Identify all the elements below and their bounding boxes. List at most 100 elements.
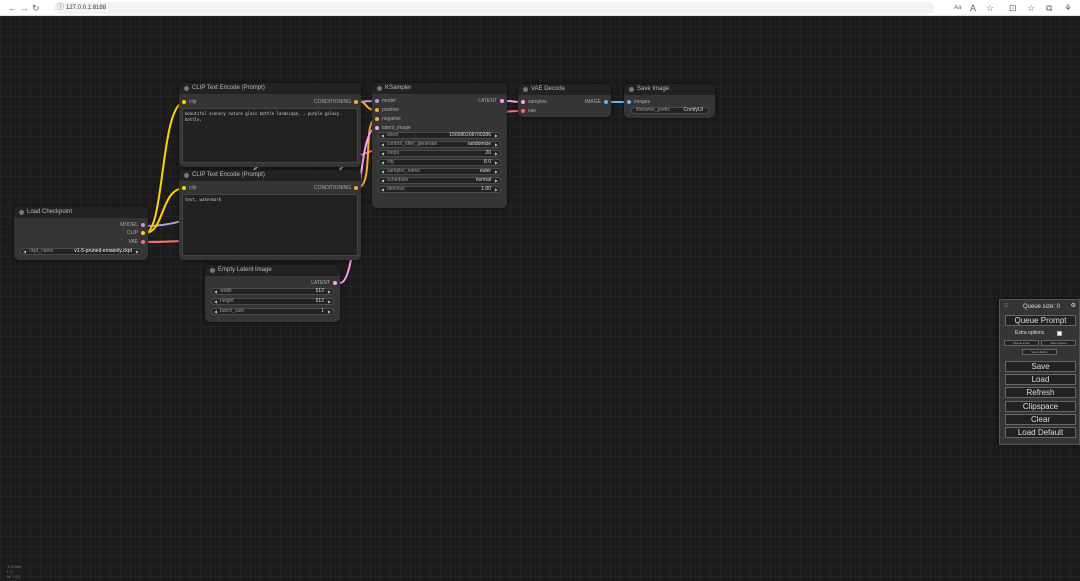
slot-dot[interactable] <box>604 100 608 104</box>
node-title-bar[interactable]: VAE Decode <box>518 84 611 95</box>
empty-latent-image-node[interactable]: Empty Latent Image LATENT ◀ width 512 ▶ … <box>205 265 340 322</box>
widget-steps[interactable]: ◀ steps 20 ▶ <box>378 150 501 157</box>
output-vae[interactable]: VAE <box>128 238 146 246</box>
clip-text-encode-negative-node[interactable]: CLIP Text Encode (Prompt) clip CONDITION… <box>179 170 361 260</box>
input-samples[interactable]: samples <box>520 98 547 106</box>
slot-dot[interactable] <box>354 186 358 190</box>
slot-dot[interactable] <box>141 231 145 235</box>
ksampler-node[interactable]: KSampler model positive negative latent_… <box>372 83 507 208</box>
decrement-arrow-icon[interactable]: ◀ <box>381 187 384 192</box>
slot-dot[interactable] <box>375 126 379 130</box>
slot-dot[interactable] <box>182 186 186 190</box>
widget-width[interactable]: ◀ width 512 ▶ <box>211 288 334 295</box>
node-title-bar[interactable]: Empty Latent Image <box>205 265 340 276</box>
collapse-dot[interactable] <box>210 268 215 273</box>
reload-icon[interactable]: ↻ <box>32 2 40 14</box>
view-history-button[interactable]: View History <box>1022 349 1057 355</box>
input-clip[interactable]: clip <box>181 184 197 192</box>
extensions-icon[interactable]: ⚘ <box>1064 2 1072 14</box>
prompt-text-input[interactable]: beautiful scenery nature glass bottle la… <box>182 108 358 163</box>
info-icon[interactable]: ⓘ <box>57 2 64 13</box>
slot-dot[interactable] <box>354 100 358 104</box>
increment-arrow-icon[interactable]: ▶ <box>495 133 498 138</box>
split-screen-icon[interactable]: ⊡ <box>1009 2 1017 14</box>
prompt-text-input[interactable]: text, watermark <box>182 194 358 256</box>
widget-sampler-name[interactable]: ◀ sampler_name euler ▶ <box>378 168 501 175</box>
input-latent-image[interactable]: latent_image <box>374 124 411 132</box>
slot-dot[interactable] <box>141 240 145 244</box>
output-image[interactable]: IMAGE <box>585 98 609 106</box>
input-vae[interactable]: vae <box>520 107 536 115</box>
favorites-bar-icon[interactable]: ☆ <box>1027 2 1035 14</box>
load-default-button[interactable]: Load Default <box>1005 427 1076 438</box>
decrement-arrow-icon[interactable]: ◀ <box>381 151 384 156</box>
increment-arrow-icon[interactable]: ▶ <box>495 160 498 165</box>
widget-height[interactable]: ◀ height 512 ▶ <box>211 298 334 305</box>
collapse-dot[interactable] <box>523 87 528 92</box>
decrement-arrow-icon[interactable]: ◀ <box>214 299 217 304</box>
node-title-bar[interactable]: KSampler <box>372 83 507 94</box>
slot-dot[interactable] <box>333 281 337 285</box>
increment-arrow-icon[interactable]: ▶ <box>328 299 331 304</box>
node-title-bar[interactable]: Load Checkpoint <box>14 207 148 218</box>
node-title-bar[interactable]: CLIP Text Encode (Prompt) <box>179 170 361 181</box>
decrement-arrow-icon[interactable]: ◀ <box>381 169 384 174</box>
view-queue-button[interactable]: View Queue <box>1041 340 1076 346</box>
save-button[interactable]: Save <box>1005 361 1076 372</box>
output-conditioning[interactable]: CONDITIONING <box>314 184 359 192</box>
collapse-dot[interactable] <box>377 86 382 91</box>
increment-arrow-icon[interactable]: ▶ <box>495 169 498 174</box>
input-positive[interactable]: positive <box>374 106 399 114</box>
slot-dot[interactable] <box>375 108 379 112</box>
slot-dot[interactable] <box>521 109 525 113</box>
slot-dot[interactable] <box>375 99 379 103</box>
collapse-dot[interactable] <box>184 86 189 91</box>
graph-canvas[interactable]: CLIP Text Encode (Prompt) clip CONDITION… <box>0 16 1080 581</box>
settings-gear-icon[interactable]: ⚙ <box>1071 303 1076 310</box>
increment-arrow-icon[interactable]: ▶ <box>495 187 498 192</box>
input-images[interactable]: images <box>626 98 650 106</box>
forward-icon[interactable]: → <box>20 2 29 14</box>
slot-dot[interactable] <box>627 100 631 104</box>
widget-ckpt-name[interactable]: ◀ ckpt_name v1-5-pruned-emaonly.ckpt ▶ <box>20 248 142 255</box>
widget-seed[interactable]: ◀ seed 156680208700286 ▶ <box>378 132 501 139</box>
collapse-dot[interactable] <box>19 210 24 215</box>
save-image-node[interactable]: Save Image images filename_prefix ComfyU… <box>624 84 715 118</box>
slot-dot[interactable] <box>375 117 379 121</box>
slot-dot[interactable] <box>500 99 504 103</box>
collapse-dot[interactable] <box>184 173 189 178</box>
collections-icon[interactable]: ⧉ <box>1046 2 1052 14</box>
read-aloud-icon[interactable]: A <box>970 2 976 14</box>
slot-dot[interactable] <box>182 100 186 104</box>
widget-batch-size[interactable]: ◀ batch_size 1 ▶ <box>211 308 334 315</box>
decrement-arrow-icon[interactable]: ◀ <box>23 249 26 254</box>
node-title-bar[interactable]: Save Image <box>624 84 715 95</box>
slot-dot[interactable] <box>521 100 525 104</box>
favorite-icon[interactable]: ☆ <box>986 2 994 14</box>
decrement-arrow-icon[interactable]: ◀ <box>214 289 217 294</box>
widget-control-after-generate[interactable]: ◀ control_after_generate randomize ▶ <box>378 141 501 148</box>
slot-dot[interactable] <box>141 223 145 227</box>
decrement-arrow-icon[interactable]: ◀ <box>381 142 384 147</box>
output-conditioning[interactable]: CONDITIONING <box>314 98 359 106</box>
drag-handle-icon[interactable]: ⠿ <box>1004 304 1008 310</box>
widget-cfg[interactable]: ◀ cfg 8.0 ▶ <box>378 159 501 166</box>
output-model[interactable]: MODEL <box>120 221 146 229</box>
collapse-dot[interactable] <box>629 87 634 92</box>
queue-front-button[interactable]: Queue Front <box>1004 340 1039 346</box>
output-latent[interactable]: LATENT <box>478 97 505 105</box>
input-model[interactable]: model <box>374 97 396 105</box>
clip-text-encode-positive-node[interactable]: CLIP Text Encode (Prompt) clip CONDITION… <box>179 83 361 167</box>
increment-arrow-icon[interactable]: ▶ <box>136 249 139 254</box>
node-title-bar[interactable]: CLIP Text Encode (Prompt) <box>179 83 361 94</box>
decrement-arrow-icon[interactable]: ◀ <box>381 133 384 138</box>
refresh-button[interactable]: Refresh <box>1005 387 1076 398</box>
queue-prompt-button[interactable]: Queue Prompt <box>1005 315 1076 326</box>
decrement-arrow-icon[interactable]: ◀ <box>381 178 384 183</box>
decrement-arrow-icon[interactable]: ◀ <box>214 309 217 314</box>
output-latent[interactable]: LATENT <box>311 279 338 287</box>
widget-scheduler[interactable]: ◀ scheduler normal ▶ <box>378 177 501 184</box>
increment-arrow-icon[interactable]: ▶ <box>328 289 331 294</box>
vae-decode-node[interactable]: VAE Decode samples vae IMAGE <box>518 84 611 117</box>
increment-arrow-icon[interactable]: ▶ <box>328 309 331 314</box>
